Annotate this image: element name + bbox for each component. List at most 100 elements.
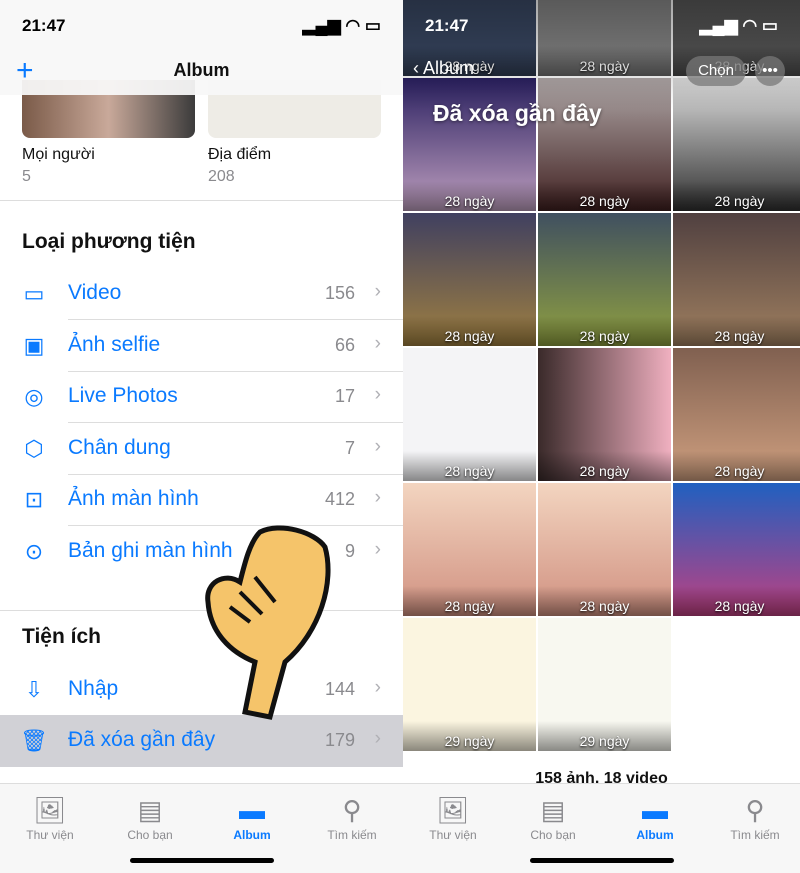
days-remaining-label: 28 ngày bbox=[579, 193, 630, 209]
home-indicator bbox=[529, 858, 674, 863]
status-bar: 21:47 ▂▄▆ ◠ ▭ bbox=[425, 14, 778, 38]
pointing-hand-icon bbox=[205, 525, 331, 720]
search-icon: ⚲ bbox=[745, 795, 765, 825]
tab-album[interactable]: ▬ Album bbox=[202, 792, 302, 842]
status-icons: ▂▄▆ ◠ ▭ bbox=[302, 16, 381, 35]
photo-thumbnail[interactable]: 28 ngày bbox=[538, 348, 671, 481]
row-label: Ảnh selfie bbox=[68, 333, 161, 356]
days-remaining-label: 28 ngày bbox=[444, 463, 495, 479]
row-count: 9 bbox=[344, 541, 355, 561]
days-remaining-label: 28 ngày bbox=[579, 598, 630, 614]
photo-thumbnail[interactable]: 28 ngày bbox=[673, 348, 800, 481]
photo-thumbnail[interactable]: 29 ngày bbox=[403, 618, 536, 751]
ellipsis-icon[interactable]: ••• bbox=[755, 56, 785, 86]
album-name[interactable]: Địa điểm bbox=[208, 146, 271, 164]
album-icon: ▬ bbox=[642, 795, 668, 825]
tab-album[interactable]: ▬ Album bbox=[605, 792, 705, 842]
days-remaining-label: 28 ngày bbox=[714, 193, 765, 209]
row-portrait[interactable]: ⬡ Chân dung 7 › bbox=[0, 423, 403, 475]
photo-thumbnail[interactable]: 28 ngày bbox=[673, 213, 800, 346]
tab-search[interactable]: ⚲ Tìm kiếm bbox=[302, 792, 402, 842]
days-remaining-label: 29 ngày bbox=[579, 733, 630, 749]
row-screenshots[interactable]: ⊡ Ảnh màn hình 412 › bbox=[0, 474, 403, 526]
section-title: Loại phương tiện bbox=[22, 230, 196, 253]
row-count: 156 bbox=[324, 283, 355, 303]
live-photos-icon: ◎ bbox=[24, 384, 44, 409]
selfie-icon: ▣ bbox=[23, 333, 45, 358]
trash-icon: 🗑 bbox=[20, 728, 48, 753]
days-remaining-label: 29 ngày bbox=[444, 733, 495, 749]
row-count: 7 bbox=[344, 438, 355, 458]
divider bbox=[0, 200, 403, 201]
days-remaining-label: 28 ngày bbox=[714, 328, 765, 344]
status-time: 21:47 bbox=[22, 16, 66, 35]
photo-thumbnail[interactable]: 28 ngày bbox=[673, 483, 800, 616]
days-remaining-label: 28 ngày bbox=[444, 193, 495, 209]
album-icon: ▬ bbox=[239, 795, 265, 825]
days-remaining-label: 28 ngày bbox=[714, 463, 765, 479]
select-button[interactable]: Chọn bbox=[686, 56, 746, 86]
row-count: 17 bbox=[334, 386, 355, 406]
row-recently-deleted[interactable]: 🗑 Đã xóa gần đây 179 › bbox=[0, 715, 403, 767]
album-count: 208 bbox=[208, 168, 235, 185]
video-icon: ▭ bbox=[23, 281, 45, 306]
chevron-right-icon: › bbox=[374, 539, 381, 560]
photo-thumbnail[interactable]: 28 ngày bbox=[403, 213, 536, 346]
tab-search[interactable]: ⚲ Tìm kiếm bbox=[705, 792, 800, 842]
chevron-right-icon: › bbox=[374, 436, 381, 457]
status-icons: ▂▄▆ ◠ ▭ bbox=[699, 16, 778, 35]
tab-for-you[interactable]: ▤ Cho bạn bbox=[100, 792, 200, 842]
photo-thumbnail[interactable]: 28 ngày bbox=[538, 213, 671, 346]
row-selfie[interactable]: ▣ Ảnh selfie 66 › bbox=[0, 320, 403, 372]
chevron-right-icon: › bbox=[374, 487, 381, 508]
tab-bar: 🖼 Thư viện ▤ Cho bạn ▬ Album ⚲ Tìm kiếm bbox=[0, 783, 403, 873]
row-label: Đã xóa gần đây bbox=[68, 728, 216, 751]
tab-bar: 🖼 Thư viện ▤ Cho bạn ▬ Album ⚲ Tìm kiếm bbox=[403, 783, 800, 873]
days-remaining-label: 28 ngày bbox=[444, 598, 495, 614]
recently-deleted-panel: 28 ngày 28 ngày 28 ngày 28 ngày 28 ngày 28 ng… bbox=[403, 0, 800, 873]
for-you-icon: ▤ bbox=[540, 795, 566, 825]
screen-record-icon: ⊙ bbox=[24, 539, 44, 564]
status-time: 21:47 bbox=[425, 16, 469, 35]
cube-icon: ⬡ bbox=[24, 436, 44, 461]
row-live-photos[interactable]: ◎ Live Photos 17 › bbox=[0, 371, 403, 423]
screenshot-icon: ⊡ bbox=[24, 487, 44, 512]
chevron-right-icon: › bbox=[374, 281, 381, 302]
chevron-right-icon: › bbox=[374, 384, 381, 405]
row-count: 179 bbox=[324, 730, 355, 750]
photos-icon: 🖼 bbox=[33, 795, 67, 825]
days-remaining-label: 28 ngày bbox=[579, 328, 630, 344]
photo-thumbnail[interactable]: 28 ngày bbox=[538, 483, 671, 616]
row-count: 66 bbox=[334, 335, 355, 355]
days-remaining-label: 28 ngày bbox=[444, 328, 495, 344]
row-label: Nhập bbox=[68, 677, 119, 700]
photo-thumbnail[interactable]: 28 ngày bbox=[403, 483, 536, 616]
row-label: Live Photos bbox=[68, 384, 178, 407]
back-button[interactable]: ‹ Album bbox=[413, 58, 474, 79]
tab-library[interactable]: 🖼 Thư viện bbox=[403, 792, 503, 842]
for-you-icon: ▤ bbox=[137, 795, 163, 825]
photo-thumbnail[interactable]: 28 ngày bbox=[403, 348, 536, 481]
row-label: Ảnh màn hình bbox=[68, 487, 199, 510]
days-remaining-label: 28 ngày bbox=[714, 598, 765, 614]
photo-thumbnail[interactable]: 29 ngày bbox=[538, 618, 671, 751]
search-icon: ⚲ bbox=[342, 795, 362, 825]
days-remaining-label: 28 ngày bbox=[579, 463, 630, 479]
page-title: Album bbox=[173, 60, 230, 80]
section-title: Tiện ích bbox=[22, 625, 101, 648]
tab-library[interactable]: 🖼 Thư viện bbox=[0, 792, 100, 842]
chevron-right-icon: › bbox=[374, 333, 381, 354]
row-label: Video bbox=[68, 281, 122, 304]
row-label: Chân dung bbox=[68, 436, 171, 459]
tab-for-you[interactable]: ▤ Cho bạn bbox=[503, 792, 603, 842]
status-bar: 21:47 ▂▄▆ ◠ ▭ bbox=[22, 14, 381, 38]
album-name[interactable]: Mọi người bbox=[22, 146, 95, 164]
photos-icon: 🖼 bbox=[436, 795, 470, 825]
album-count: 5 bbox=[22, 168, 31, 185]
home-indicator bbox=[129, 858, 274, 863]
chevron-right-icon: › bbox=[374, 677, 381, 698]
chevron-right-icon: › bbox=[374, 728, 381, 749]
row-video[interactable]: ▭ Video 156 › bbox=[0, 268, 403, 320]
row-count: 412 bbox=[324, 489, 355, 509]
page-title: Đã xóa gần đây bbox=[433, 100, 602, 126]
